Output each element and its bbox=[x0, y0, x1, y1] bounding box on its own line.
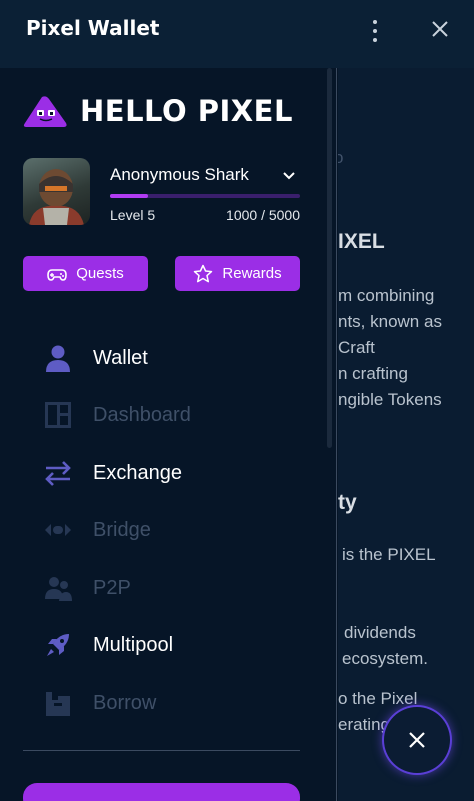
nav-item-exchange[interactable]: Exchange bbox=[40, 454, 320, 492]
background-text: n crafting bbox=[338, 364, 408, 383]
brand-heading: HELLO PIXEL bbox=[80, 94, 293, 128]
nav-label: Dashboard bbox=[93, 403, 191, 426]
quests-label: Quests bbox=[76, 265, 124, 282]
rewards-button[interactable]: Rewards bbox=[175, 256, 300, 291]
xp-progress-fill bbox=[110, 194, 148, 198]
background-heading: ty bbox=[338, 491, 357, 514]
nav-item-wallet[interactable]: Wallet bbox=[40, 339, 320, 377]
background-text: Craft bbox=[338, 338, 375, 357]
nav-item-p2p[interactable]: P2P bbox=[40, 569, 320, 607]
nav-label: P2P bbox=[93, 576, 131, 599]
more-options-icon[interactable] bbox=[364, 18, 386, 44]
background-text: nts, known as bbox=[338, 312, 442, 331]
app-title: Pixel Wallet bbox=[26, 16, 160, 40]
nav-label: Bridge bbox=[93, 518, 151, 541]
close-icon[interactable] bbox=[427, 16, 453, 42]
user-name[interactable]: Anonymous Shark bbox=[110, 165, 249, 185]
avatar[interactable] bbox=[23, 158, 90, 225]
quests-button[interactable]: Quests bbox=[23, 256, 148, 291]
star-icon bbox=[194, 264, 213, 282]
drawer-bottom-button[interactable] bbox=[23, 783, 300, 801]
background-text: o the Pixel bbox=[338, 689, 418, 708]
chevron-down-icon[interactable] bbox=[281, 168, 297, 184]
nav-label: Borrow bbox=[93, 691, 157, 714]
background-text: dividends bbox=[344, 623, 416, 642]
nav-label: Wallet bbox=[93, 346, 148, 369]
user-icon bbox=[40, 340, 76, 376]
xp-progress-bar bbox=[110, 194, 300, 198]
swap-arrows-icon bbox=[40, 455, 76, 491]
nav-item-borrow[interactable]: Borrow bbox=[40, 684, 320, 722]
rocket-icon bbox=[40, 627, 76, 663]
drawer-divider bbox=[23, 750, 300, 751]
bridge-icon bbox=[40, 512, 76, 548]
background-text: erating bbox=[338, 715, 390, 734]
nav-item-dashboard[interactable]: Dashboard bbox=[40, 396, 320, 434]
borrow-icon bbox=[40, 685, 76, 721]
background-heading: IXEL bbox=[338, 230, 385, 253]
background-text: ecosystem. bbox=[342, 649, 428, 668]
level-label: Level 5 bbox=[110, 207, 156, 223]
background-text: o bbox=[338, 148, 344, 167]
gamepad-icon bbox=[47, 268, 68, 281]
users-icon bbox=[40, 570, 76, 606]
panel-divider bbox=[336, 68, 337, 801]
close-fab-button[interactable] bbox=[384, 707, 450, 773]
nav-label: Exchange bbox=[93, 461, 182, 484]
pixel-logo-icon bbox=[23, 96, 67, 127]
background-text: is the PIXEL bbox=[342, 545, 436, 564]
nav-label: Multipool bbox=[93, 633, 174, 656]
background-text: m combining bbox=[338, 286, 435, 305]
rewards-label: Rewards bbox=[222, 265, 282, 282]
background-page: o IXEL m combining nts, known as Craft n… bbox=[338, 68, 474, 801]
drawer-scrollbar[interactable] bbox=[327, 68, 332, 448]
xp-value: 1000 / 5000 bbox=[226, 207, 300, 223]
background-text: ngible Tokens bbox=[338, 390, 442, 409]
nav-item-bridge[interactable]: Bridge bbox=[40, 511, 320, 549]
dashboard-icon bbox=[40, 397, 76, 433]
close-icon bbox=[409, 732, 425, 748]
nav-item-multipool[interactable]: Multipool bbox=[40, 626, 320, 664]
